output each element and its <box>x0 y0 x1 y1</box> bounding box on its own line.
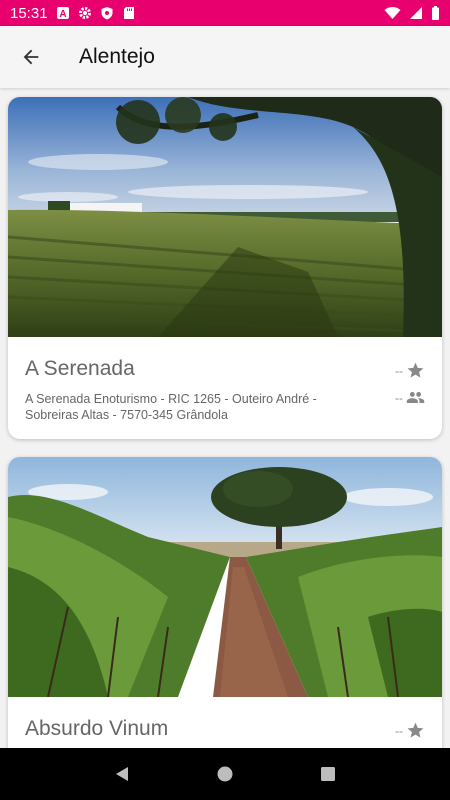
winery-list[interactable]: A Serenada A Serenada Enoturismo - RIC 1… <box>0 88 450 748</box>
system-nav-bar <box>0 748 450 800</box>
winery-card[interactable]: Absurdo Vinum -- <box>8 457 442 748</box>
status-icons-left: A <box>56 6 136 20</box>
shield-icon <box>101 7 113 20</box>
nav-home-button[interactable] <box>205 754 245 794</box>
battery-icon <box>432 6 439 20</box>
recents-square-icon <box>321 767 336 781</box>
status-time: 15:31 <box>10 4 48 22</box>
vineyard-landscape-image <box>8 97 442 337</box>
home-circle-icon <box>217 766 233 782</box>
back-button[interactable] <box>11 37 51 77</box>
people-icon <box>406 391 425 404</box>
status-bar: 15:31 A <box>0 0 450 26</box>
back-triangle-icon <box>115 767 128 781</box>
gear-icon <box>78 7 91 19</box>
signal-icon <box>410 7 422 19</box>
card-body: Absurdo Vinum -- <box>8 697 442 741</box>
winery-name: A Serenada <box>25 357 135 380</box>
wifi-icon <box>384 7 401 19</box>
svg-text:A: A <box>59 9 66 20</box>
card-body: A Serenada A Serenada Enoturismo - RIC 1… <box>8 337 442 423</box>
nav-back-button[interactable] <box>102 754 142 794</box>
rating-stat: -- <box>395 361 425 380</box>
status-icons-right <box>384 6 440 20</box>
page-title: Alentejo <box>79 45 155 68</box>
winery-card[interactable]: A Serenada A Serenada Enoturismo - RIC 1… <box>8 97 442 439</box>
vineyard-rows-tree-image <box>8 457 442 697</box>
rating-value: -- <box>395 363 403 378</box>
arrow-back-icon <box>23 49 39 65</box>
visitors-stat: -- <box>395 388 425 407</box>
sd-card-icon <box>123 7 134 19</box>
rating-value: -- <box>395 723 403 738</box>
visitors-value: -- <box>395 390 403 405</box>
card-stats: -- -- <box>395 361 425 407</box>
card-stats: -- <box>395 721 425 740</box>
rating-stat: -- <box>395 721 425 740</box>
star-icon <box>407 722 424 738</box>
nav-recents-button[interactable] <box>308 754 348 794</box>
winery-name: Absurdo Vinum <box>25 717 169 740</box>
app-a-icon: A <box>56 7 69 20</box>
winery-address: A Serenada Enoturismo - RIC 1265 - Outei… <box>25 392 317 422</box>
app-bar: Alentejo <box>0 26 450 88</box>
star-icon <box>407 362 424 378</box>
